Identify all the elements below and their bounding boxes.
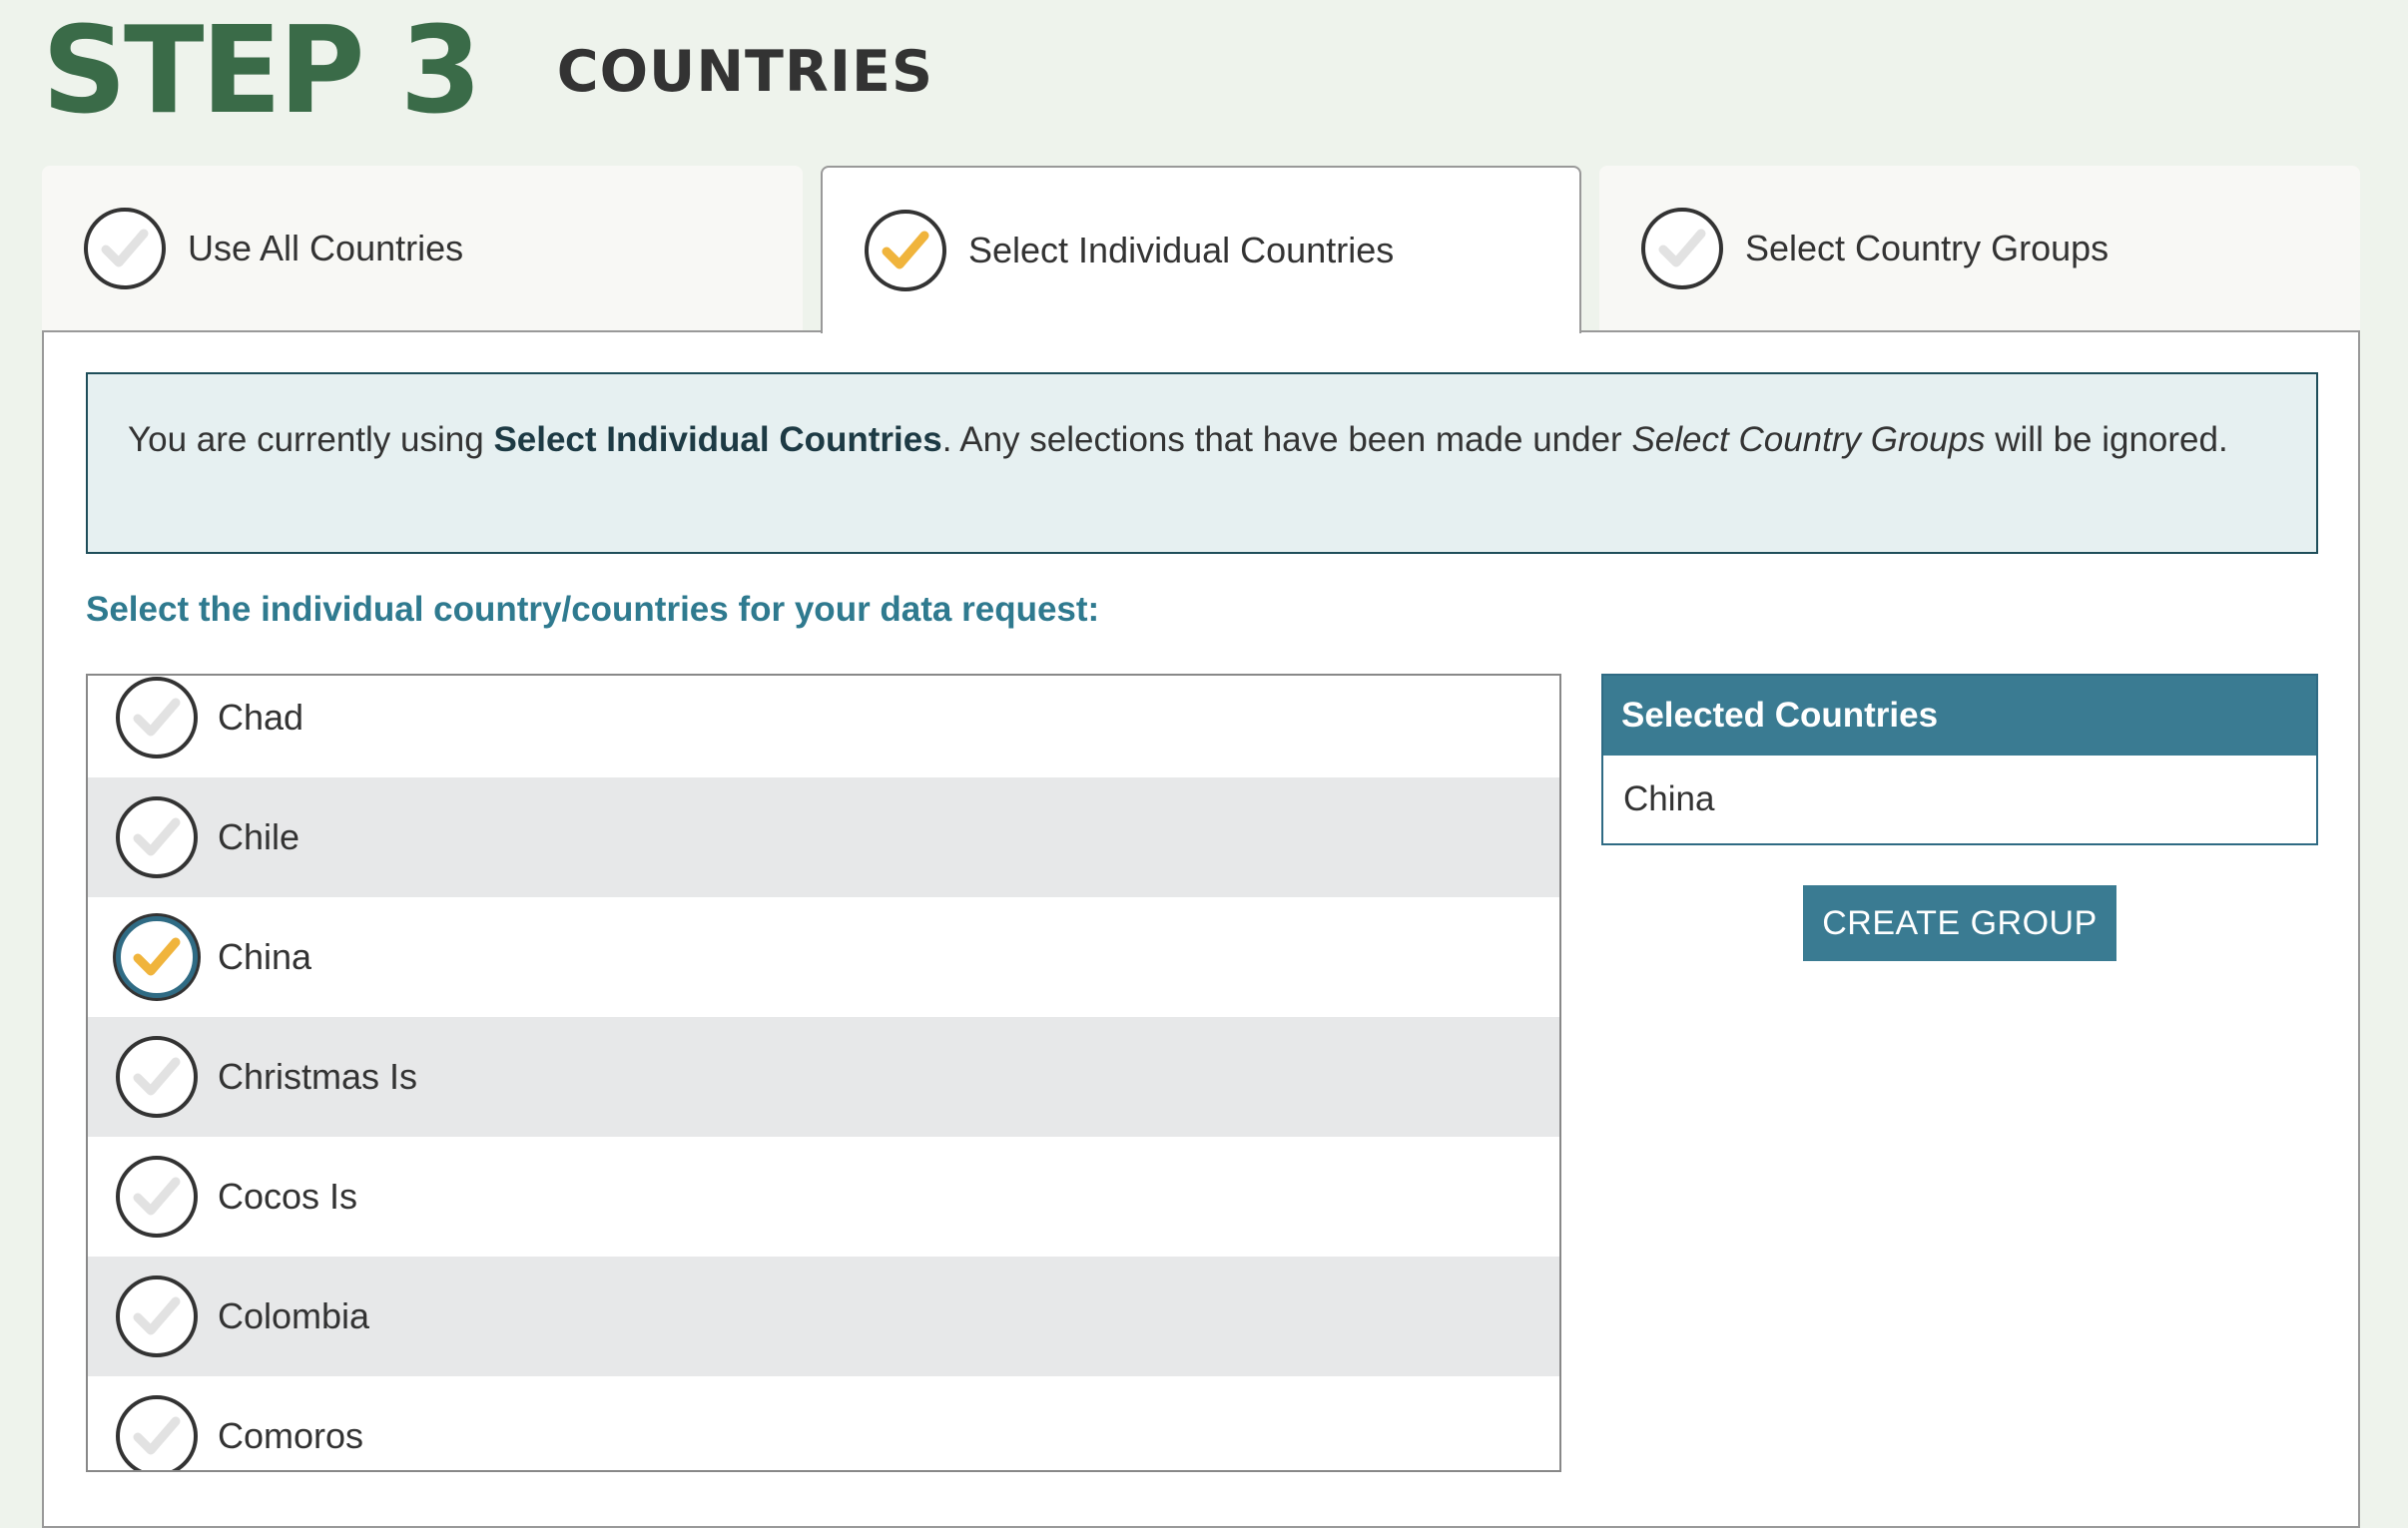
instruction-heading: Select the individual country/countries … <box>86 590 1100 629</box>
tab-use-all-countries[interactable]: Use All Countries <box>42 166 803 331</box>
mode-tabs: Use All Countries Select Individual Coun… <box>42 166 2360 333</box>
tab-label: Use All Countries <box>188 228 464 268</box>
country-label: China <box>218 936 312 977</box>
list-item-china[interactable]: China <box>88 897 1559 1017</box>
info-active-mode: Select Individual Countries <box>493 420 942 459</box>
check-icon <box>865 210 946 291</box>
info-text: . Any selections that have been made und… <box>941 420 1632 459</box>
country-label: Cocos Is <box>218 1176 358 1217</box>
check-icon[interactable] <box>116 916 198 998</box>
info-text: You are currently using <box>128 420 494 459</box>
step-number: STEP 3 <box>42 0 482 141</box>
tab-select-individual-countries[interactable]: Select Individual Countries <box>821 166 1581 333</box>
check-icon[interactable] <box>116 796 198 878</box>
list-item-comoros[interactable]: Comoros <box>88 1376 1559 1470</box>
selected-country-item: China <box>1623 779 1715 818</box>
country-label: Chile <box>218 816 301 857</box>
check-icon <box>84 208 166 289</box>
create-group-button[interactable]: CREATE GROUP <box>1803 885 2116 961</box>
country-label: Colombia <box>218 1295 370 1336</box>
check-icon[interactable] <box>116 1156 198 1238</box>
tab-label: Select Country Groups <box>1745 228 2109 268</box>
list-item-christmas-is[interactable]: Christmas Is <box>88 1017 1559 1137</box>
info-notice: You are currently using Select Individua… <box>86 372 2318 554</box>
info-text: will be ignored. <box>1985 420 2228 459</box>
country-label: Chad <box>218 697 304 738</box>
check-icon[interactable] <box>116 1036 198 1118</box>
country-list[interactable]: Chad Chile China Christmas Is Cocos Is C… <box>86 674 1561 1472</box>
list-item-chile[interactable]: Chile <box>88 777 1559 897</box>
list-item-colombia[interactable]: Colombia <box>88 1257 1559 1376</box>
country-label: Comoros <box>218 1415 364 1456</box>
check-icon[interactable] <box>116 677 198 759</box>
check-icon[interactable] <box>116 1395 198 1470</box>
check-icon <box>1641 208 1723 289</box>
country-label: Christmas Is <box>218 1056 418 1097</box>
list-item-chad[interactable]: Chad <box>88 676 1559 777</box>
info-ignored-mode: Select Country Groups <box>1631 420 1986 459</box>
page-header: STEP 3 COUNTRIES <box>42 0 933 140</box>
selected-countries-title: Selected Countries <box>1603 676 2316 756</box>
tab-label: Select Individual Countries <box>968 230 1395 270</box>
list-item-cocos-is[interactable]: Cocos Is <box>88 1137 1559 1257</box>
check-icon[interactable] <box>116 1275 198 1357</box>
tab-select-country-groups[interactable]: Select Country Groups <box>1599 166 2360 331</box>
tab-panel: You are currently using Select Individua… <box>42 330 2360 1528</box>
selected-countries-panel: Selected Countries China <box>1601 674 2318 845</box>
page-title: COUNTRIES <box>556 39 934 105</box>
